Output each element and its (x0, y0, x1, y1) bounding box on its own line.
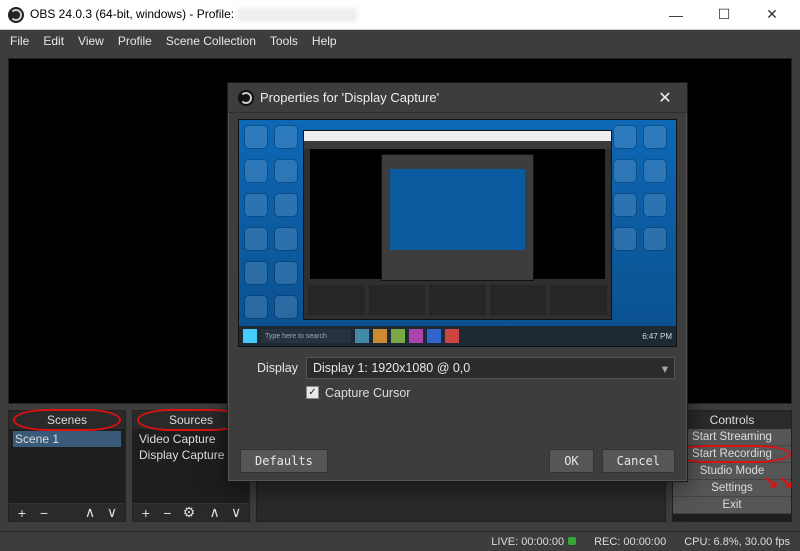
display-label: Display (240, 361, 298, 375)
ok-button[interactable]: OK (549, 449, 593, 473)
start-recording-button[interactable]: Start Recording (673, 446, 791, 463)
window-titlebar: OBS 24.0.3 (64-bit, windows) - Profile: … (0, 0, 800, 30)
menu-help[interactable]: Help (312, 34, 337, 48)
status-dot-icon (568, 537, 576, 545)
display-select-value: Display 1: 1920x1080 @ 0,0 (313, 361, 470, 375)
scene-add-button[interactable]: + (13, 505, 31, 521)
status-live: LIVE: 00:00:00 (491, 536, 564, 548)
controls-panel: Controls Start Streaming Start Recording… (672, 410, 792, 522)
window-title-text: OBS 24.0.3 (64-bit, windows) - Profile: (30, 7, 234, 21)
dialog-title: Properties for 'Display Capture' (260, 90, 439, 105)
menu-scene-collection[interactable]: Scene Collection (166, 34, 256, 48)
source-up-button[interactable]: ∧ (206, 504, 224, 521)
preview-nested-obs (303, 130, 612, 320)
capture-cursor-label: Capture Cursor (325, 386, 410, 400)
status-bar: LIVE: 00:00:00 REC: 00:00:00 CPU: 6.8%, … (0, 531, 800, 551)
scenes-panel: Scenes Scene 1 + − ∧ ∨ (8, 410, 126, 522)
controls-header-label: Controls (710, 413, 755, 427)
menu-edit[interactable]: Edit (43, 34, 64, 48)
maximize-button[interactable]: ☐ (704, 1, 744, 29)
checkbox-icon: ✓ (306, 386, 319, 399)
start-icon (243, 329, 257, 343)
menu-bar: File Edit View Profile Scene Collection … (0, 30, 800, 52)
cancel-button[interactable]: Cancel (602, 449, 675, 473)
dialog-close-button[interactable]: ✕ (653, 88, 677, 108)
menu-tools[interactable]: Tools (270, 34, 298, 48)
dialog-form: Display Display 1: 1920x1080 @ 0,0 ✓ Cap… (228, 351, 687, 406)
defaults-button[interactable]: Defaults (240, 449, 328, 473)
window-title: OBS 24.0.3 (64-bit, windows) - Profile: (30, 7, 357, 22)
scenes-list[interactable]: Scene 1 (9, 429, 125, 503)
source-props-button[interactable]: ⚙ (180, 504, 198, 521)
scenes-header: Scenes (9, 411, 125, 429)
studio-mode-button[interactable]: Studio Mode (673, 463, 791, 480)
scenes-toolbar: + − ∧ ∨ (9, 503, 125, 521)
dialog-preview: Type here to search 6:47 PM (238, 119, 677, 347)
settings-button[interactable]: Settings (673, 480, 791, 497)
source-remove-button[interactable]: − (159, 505, 177, 521)
sources-header-label: Sources (169, 413, 213, 427)
properties-dialog: Properties for 'Display Capture' ✕ (227, 82, 688, 482)
menu-profile[interactable]: Profile (118, 34, 152, 48)
scene-remove-button[interactable]: − (35, 505, 53, 521)
scene-item[interactable]: Scene 1 (13, 431, 121, 447)
sources-toolbar: + − ⚙ ∧ ∨ (133, 503, 249, 521)
dialog-buttons: Defaults OK Cancel (228, 441, 687, 481)
controls-list: Start Streaming Start Recording Studio M… (673, 429, 791, 521)
menu-file[interactable]: File (10, 34, 29, 48)
source-add-button[interactable]: + (137, 505, 155, 521)
minimize-button[interactable]: — (656, 1, 696, 29)
obs-logo-icon (8, 7, 24, 23)
capture-cursor-checkbox[interactable]: ✓ Capture Cursor (306, 386, 410, 400)
window-title-redacted (237, 8, 357, 22)
window-controls: — ☐ ✕ (656, 1, 792, 29)
status-rec: REC: 00:00:00 (594, 536, 666, 548)
start-streaming-button[interactable]: Start Streaming (673, 429, 791, 446)
preview-desktop: Type here to search 6:47 PM (239, 120, 676, 346)
preview-nested-dialog (381, 154, 535, 282)
preview-icons-right (614, 126, 670, 258)
preview-taskbar: Type here to search 6:47 PM (239, 326, 676, 346)
obs-logo-icon (238, 90, 254, 106)
controls-header: Controls (673, 411, 791, 429)
scene-down-button[interactable]: ∨ (103, 504, 121, 521)
status-cpu: CPU: 6.8%, 30.00 fps (684, 536, 790, 548)
close-button[interactable]: ✕ (752, 1, 792, 29)
display-select[interactable]: Display 1: 1920x1080 @ 0,0 (306, 357, 675, 379)
obs-main: File Edit View Profile Scene Collection … (0, 30, 800, 551)
menu-view[interactable]: View (78, 34, 104, 48)
source-down-button[interactable]: ∨ (227, 504, 245, 521)
exit-button[interactable]: Exit (673, 497, 791, 514)
scenes-header-label: Scenes (47, 413, 87, 427)
clock-icon: 6:47 PM (642, 332, 672, 341)
scene-up-button[interactable]: ∧ (81, 504, 99, 521)
dialog-titlebar[interactable]: Properties for 'Display Capture' ✕ (228, 83, 687, 113)
taskbar-search: Type here to search (261, 329, 351, 343)
preview-icons-left (245, 126, 301, 326)
